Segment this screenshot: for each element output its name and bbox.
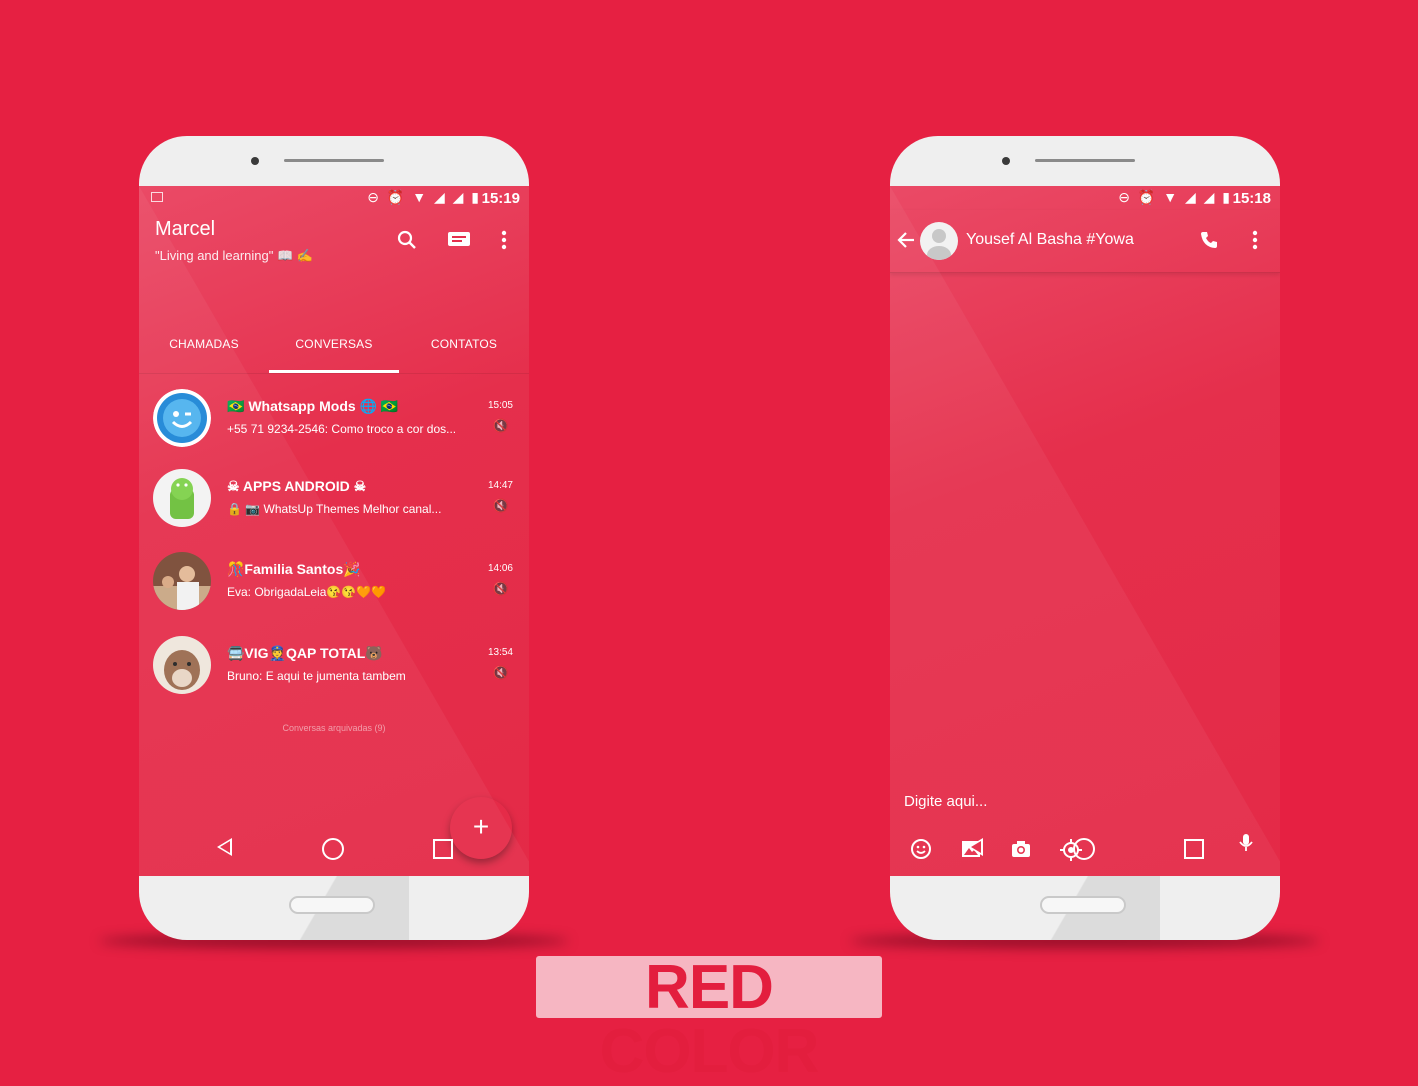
conversation-header: Yousef Al Basha #Yowa: [890, 210, 1280, 273]
status-icons: ⊖ ⏰ ▼ ◢ ◢ ▮: [1118, 189, 1232, 205]
chat-last-message: Bruno: E aqui te jumenta tambem: [227, 669, 406, 683]
camera: [1002, 157, 1010, 165]
avatar: [153, 469, 211, 527]
phone-top-bezel: [139, 136, 529, 186]
chat-time: 15:05: [487, 400, 513, 411]
location-icon[interactable]: [1059, 838, 1083, 868]
nav-back-icon[interactable]: [217, 838, 232, 856]
avatar: [153, 389, 211, 447]
message-input[interactable]: Digite aqui...: [904, 793, 987, 810]
camera-icon[interactable]: [1010, 838, 1032, 866]
chat-name: ☠ APPS ANDROID ☠: [227, 478, 367, 494]
chat-time: 13:54: [487, 647, 513, 658]
muted-icon: 🔇: [492, 418, 509, 433]
phone-call-icon[interactable]: [1199, 230, 1219, 254]
phone-left: ⊖ ⏰ ▼ ◢ ◢ ▮ 15:19 Marcel "Living and lea…: [99, 136, 569, 948]
archived-chats-link[interactable]: Conversas arquivadas (9): [139, 723, 529, 733]
chat-list-item[interactable]: 🇧🇷 Whatsapp Mods 🌐 🇧🇷 +55 71 9234-2546: …: [139, 386, 529, 466]
emoji-icon[interactable]: [910, 838, 932, 866]
tab-contatos[interactable]: CONTATOS: [399, 337, 529, 351]
chat-list-item[interactable]: 🚍VIG👮QAP TOTAL🐻 Bruno: E aqui te jumenta…: [139, 633, 529, 713]
chat-time: 14:47: [487, 480, 513, 491]
contact-name[interactable]: Yousef Al Basha #Yowa: [966, 231, 1134, 249]
hardware-home-button[interactable]: [1040, 896, 1126, 914]
chat-time: 14:06: [487, 563, 513, 574]
microphone-icon[interactable]: [1238, 832, 1254, 860]
contact-avatar[interactable]: [920, 222, 958, 260]
nav-recents-icon[interactable]: [1184, 839, 1204, 859]
phone-bottom-bezel: [139, 876, 529, 940]
app-bar: Marcel "Living and learning" 📖 ✍: [139, 210, 529, 272]
speaker: [1035, 159, 1135, 162]
new-chat-icon[interactable]: [447, 230, 471, 254]
app-subtitle: "Living and learning" 📖 ✍: [155, 248, 313, 263]
status-bar: ⊖ ⏰ ▼ ◢ ◢ ▮ 15:19: [139, 186, 529, 210]
chat-last-message: 🔒 📷 WhatsUp Themes Melhor canal...: [227, 502, 442, 516]
tab-conversas[interactable]: CONVERSAS: [269, 337, 399, 351]
nav-bar: [139, 824, 529, 876]
chat-name: 🎊Familia Santos🎉: [227, 561, 361, 577]
chat-name: 🇧🇷 Whatsapp Mods 🌐 🇧🇷: [227, 398, 399, 414]
tab-chamadas[interactable]: CHAMADAS: [139, 337, 269, 351]
nav-recents-icon[interactable]: [433, 839, 453, 859]
chat-list-item[interactable]: ☠ APPS ANDROID ☠ 🔒 📷 WhatsUp Themes Melh…: [139, 466, 529, 546]
phone-bottom-bezel: [890, 876, 1280, 940]
chat-last-message: Eva: ObrigadaLeia😘😘🧡🧡: [227, 585, 387, 599]
muted-icon: 🔇: [492, 665, 509, 680]
app-title: Marcel: [155, 218, 216, 240]
more-options-icon[interactable]: [501, 230, 507, 254]
muted-icon: 🔇: [492, 581, 509, 596]
chat-last-message: +55 71 9234-2546: Como troco a cor dos..…: [227, 422, 457, 436]
status-bar: ⊖ ⏰ ▼ ◢ ◢ ▮ 15:18: [890, 186, 1280, 210]
nav-bar: [890, 824, 1280, 876]
chat-name: 🚍VIG👮QAP TOTAL🐻: [227, 645, 383, 661]
phone-right: ⊖ ⏰ ▼ ◢ ◢ ▮ 15:18 Yousef Al Basha #Yowa …: [850, 136, 1320, 948]
hardware-home-button[interactable]: [289, 896, 375, 914]
tab-bar: CHAMADAS CONVERSAS CONTATOS: [139, 323, 529, 374]
camera: [251, 157, 259, 165]
muted-icon: 🔇: [492, 498, 509, 513]
more-options-icon[interactable]: [1252, 230, 1258, 254]
search-icon[interactable]: [397, 230, 417, 254]
speaker: [284, 159, 384, 162]
nav-home-icon[interactable]: [1073, 838, 1095, 860]
image-notification-icon: [151, 192, 163, 202]
phone-top-bezel: [890, 136, 1280, 186]
new-chat-fab[interactable]: +: [450, 797, 512, 859]
theme-title: RED COLOR: [599, 953, 820, 1086]
theme-title-badge: RED COLOR: [536, 956, 882, 1084]
nav-back-icon[interactable]: [968, 838, 983, 856]
status-icons: ⊖ ⏰ ▼ ◢ ◢ ▮: [367, 189, 481, 205]
gallery-icon[interactable]: [960, 838, 982, 866]
conversation-screen: ⊖ ⏰ ▼ ◢ ◢ ▮ 15:18 Yousef Al Basha #Yowa …: [890, 186, 1280, 876]
status-time: 15:18: [1232, 190, 1271, 207]
nav-home-icon[interactable]: [322, 838, 344, 860]
tab-indicator: [269, 370, 399, 373]
back-arrow-icon[interactable]: [896, 230, 916, 254]
avatar: [153, 552, 211, 610]
status-time: 15:19: [481, 190, 520, 207]
avatar: [153, 636, 211, 694]
chat-list-item[interactable]: 🎊Familia Santos🎉 Eva: ObrigadaLeia😘😘🧡🧡 1…: [139, 549, 529, 629]
chat-list-screen: ⊖ ⏰ ▼ ◢ ◢ ▮ 15:19 Marcel "Living and lea…: [139, 186, 529, 876]
